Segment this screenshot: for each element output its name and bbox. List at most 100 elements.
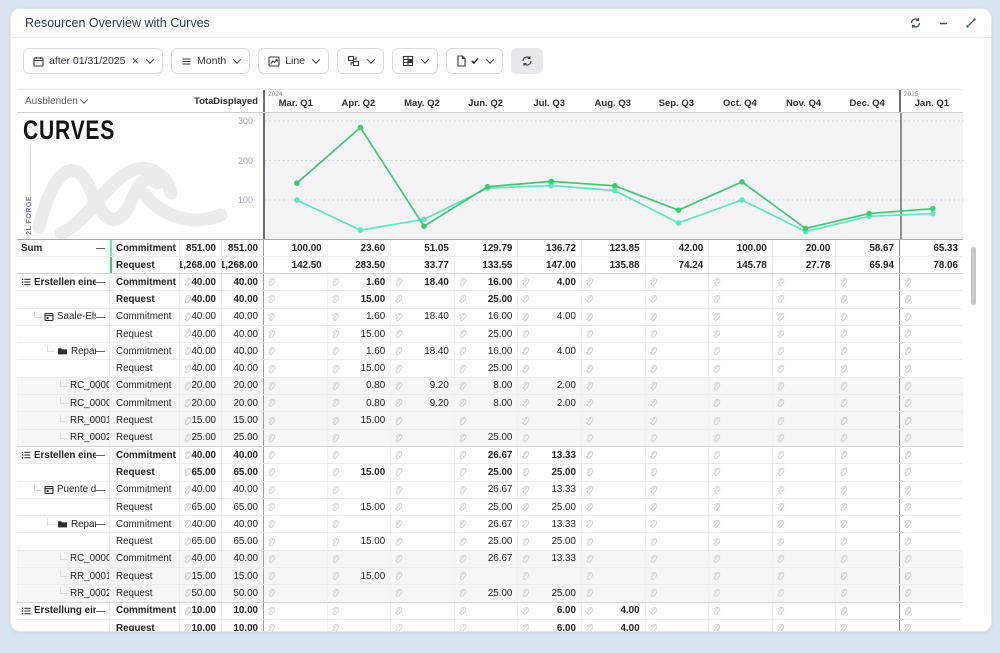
edit-cell-icon[interactable] [585, 381, 594, 390]
month-value-cell[interactable] [645, 585, 709, 601]
month-value-cell[interactable] [708, 551, 772, 567]
edit-cell-icon[interactable] [331, 468, 340, 477]
total-cell[interactable]: 20.00 [179, 378, 221, 394]
month-value-cell[interactable]: 15.00 [327, 326, 391, 342]
month-value-cell[interactable] [708, 482, 772, 498]
month-value-cell[interactable]: 0.80 [327, 378, 391, 394]
month-value-cell[interactable] [581, 395, 645, 411]
month-value-cell[interactable] [645, 360, 709, 376]
total-cell[interactable]: 15.00 [179, 568, 221, 584]
edit-cell-icon[interactable] [712, 485, 721, 494]
edit-cell-icon[interactable] [458, 468, 467, 477]
month-value-cell[interactable]: 4.00 [517, 343, 581, 359]
edit-cell-icon[interactable] [585, 537, 594, 546]
edit-cell-icon[interactable] [649, 381, 658, 390]
month-value-cell[interactable]: 26.67 [454, 516, 518, 532]
edit-cell-icon[interactable] [776, 503, 785, 512]
row-name-cell[interactable]: Reparatur ...— [17, 516, 109, 532]
month-value-cell[interactable] [835, 274, 899, 290]
hide-columns-dropdown[interactable]: Ausblenden [17, 90, 179, 112]
edit-cell-icon[interactable] [331, 399, 340, 408]
edit-cell-icon[interactable] [183, 572, 192, 581]
edit-cell-icon[interactable] [267, 364, 276, 373]
edit-cell-icon[interactable] [776, 468, 785, 477]
edit-cell-icon[interactable] [712, 416, 721, 425]
edit-cell-icon[interactable] [585, 364, 594, 373]
month-value-cell[interactable] [835, 360, 899, 376]
edit-cell-icon[interactable] [331, 364, 340, 373]
edit-cell-icon[interactable] [903, 399, 912, 408]
edit-cell-icon[interactable] [649, 451, 658, 460]
month-value-cell[interactable] [708, 274, 772, 290]
edit-cell-icon[interactable] [776, 278, 785, 287]
month-value-cell[interactable] [835, 533, 899, 549]
edit-cell-icon[interactable] [776, 381, 785, 390]
month-value-cell[interactable]: 100.00 [263, 240, 327, 256]
edit-cell-icon[interactable] [183, 416, 192, 425]
month-value-cell[interactable] [390, 568, 454, 584]
edit-cell-icon[interactable] [458, 416, 467, 425]
edit-cell-icon[interactable] [712, 589, 721, 598]
edit-cell-icon[interactable] [458, 330, 467, 339]
row-name-cell[interactable]: Erstellung eine...— [17, 603, 109, 619]
month-value-cell[interactable] [708, 309, 772, 325]
edit-cell-icon[interactable] [521, 485, 530, 494]
edit-cell-icon[interactable] [458, 364, 467, 373]
month-value-cell[interactable] [835, 464, 899, 480]
month-value-cell[interactable] [581, 464, 645, 480]
month-value-cell[interactable]: 13.33 [517, 482, 581, 498]
edit-cell-icon[interactable] [521, 416, 530, 425]
month-value-cell[interactable] [263, 326, 327, 342]
edit-cell-icon[interactable] [585, 468, 594, 477]
month-value-cell[interactable] [454, 412, 518, 428]
total-cell[interactable]: 50.00 [179, 585, 221, 601]
month-value-cell[interactable] [581, 482, 645, 498]
expand-icon[interactable] [965, 17, 977, 29]
total-cell[interactable]: 65.00 [179, 499, 221, 515]
month-value-cell[interactable]: 25.00 [454, 533, 518, 549]
edit-cell-icon[interactable] [585, 399, 594, 408]
edit-cell-icon[interactable] [394, 399, 403, 408]
month-value-cell[interactable]: 33.77 [390, 257, 454, 273]
edit-cell-icon[interactable] [521, 364, 530, 373]
month-value-cell[interactable] [517, 412, 581, 428]
edit-cell-icon[interactable] [712, 606, 721, 615]
edit-cell-icon[interactable] [649, 572, 658, 581]
edit-cell-icon[interactable] [585, 347, 594, 356]
total-cell[interactable]: 40.00 [179, 291, 221, 307]
edit-cell-icon[interactable] [394, 624, 403, 632]
month-value-cell[interactable] [899, 326, 963, 342]
month-value-cell[interactable] [645, 309, 709, 325]
edit-cell-icon[interactable] [521, 624, 530, 632]
edit-cell-icon[interactable] [331, 381, 340, 390]
month-value-cell[interactable] [708, 620, 772, 632]
month-value-cell[interactable]: 133.55 [454, 257, 518, 273]
edit-cell-icon[interactable] [776, 399, 785, 408]
edit-cell-icon[interactable] [712, 364, 721, 373]
month-value-cell[interactable]: 129.79 [454, 240, 518, 256]
month-value-cell[interactable] [772, 464, 836, 480]
month-value-cell[interactable]: 25.00 [454, 291, 518, 307]
edit-cell-icon[interactable] [776, 416, 785, 425]
month-value-cell[interactable] [263, 533, 327, 549]
month-value-cell[interactable] [899, 309, 963, 325]
edit-cell-icon[interactable] [649, 624, 658, 632]
edit-cell-icon[interactable] [267, 554, 276, 563]
month-value-cell[interactable] [772, 291, 836, 307]
edit-cell-icon[interactable] [903, 537, 912, 546]
month-value-cell[interactable] [708, 412, 772, 428]
edit-cell-icon[interactable] [394, 451, 403, 460]
edit-cell-icon[interactable] [394, 381, 403, 390]
edit-cell-icon[interactable] [839, 433, 848, 442]
edit-cell-icon[interactable] [712, 347, 721, 356]
month-value-cell[interactable] [263, 464, 327, 480]
month-value-cell[interactable] [581, 378, 645, 394]
month-value-cell[interactable] [899, 343, 963, 359]
edit-cell-icon[interactable] [267, 589, 276, 598]
edit-cell-icon[interactable] [839, 624, 848, 632]
edit-cell-icon[interactable] [712, 537, 721, 546]
month-value-cell[interactable]: 18.40 [390, 274, 454, 290]
edit-cell-icon[interactable] [267, 485, 276, 494]
total-cell[interactable]: 65.00 [179, 533, 221, 549]
month-value-cell[interactable]: 15.00 [327, 499, 391, 515]
